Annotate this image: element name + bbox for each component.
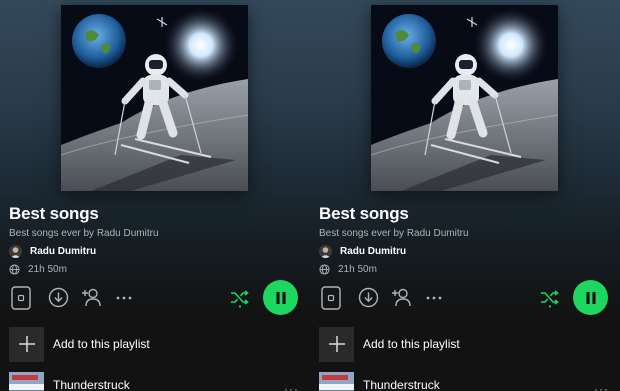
track-row[interactable]: Thunderstruck ··· [9, 372, 309, 391]
pause-icon [586, 291, 595, 304]
playlist-cover-art [371, 5, 558, 191]
smart-shuffle-icon [231, 290, 249, 308]
globe-icon [319, 263, 330, 275]
duration-text: 21h 50m [338, 263, 377, 275]
playlist-duration: 21h 50m [9, 262, 67, 276]
playlist-cover-art [61, 5, 248, 191]
download-button[interactable] [358, 287, 379, 308]
add-tile [9, 326, 44, 362]
astronaut-skiing-artwork [371, 5, 558, 191]
track-more-icon[interactable]: ··· [284, 383, 300, 391]
playlist-preview-button[interactable] [11, 286, 31, 310]
playlist-thumbnail-icon [11, 286, 31, 310]
more-options-icon [116, 296, 132, 300]
track-title: Thunderstruck [53, 378, 130, 391]
playlist-title: Best songs [9, 204, 99, 223]
playlist-duration: 21h 50m [319, 262, 377, 276]
playlist-description: Best songs ever by Radu Dumitru [319, 228, 469, 239]
playlist-thumbnail-icon [321, 286, 341, 310]
pause-button[interactable] [573, 280, 608, 315]
playlist-description: Best songs ever by Radu Dumitru [9, 228, 159, 239]
owner-name[interactable]: Radu Dumitru [30, 246, 96, 257]
add-collaborator-button[interactable] [82, 287, 103, 308]
download-icon [48, 287, 69, 308]
more-options-button[interactable] [425, 291, 443, 305]
add-user-icon [392, 288, 411, 307]
avatar [319, 244, 332, 258]
add-user-icon [82, 288, 101, 307]
more-options-icon [426, 296, 442, 300]
add-to-playlist-label: Add to this playlist [363, 337, 460, 351]
track-more-icon[interactable]: ··· [594, 383, 610, 391]
pause-button[interactable] [263, 280, 298, 315]
owner-name[interactable]: Radu Dumitru [340, 246, 406, 257]
track-title: Thunderstruck [363, 378, 440, 391]
smart-shuffle-icon [541, 290, 559, 308]
playlist-panel-right: Best songs Best songs ever by Radu Dumit… [310, 0, 620, 391]
add-to-playlist-label: Add to this playlist [53, 337, 150, 351]
playlist-owner[interactable]: Radu Dumitru [9, 243, 96, 259]
plus-icon [18, 336, 35, 352]
globe-icon [9, 263, 20, 275]
duration-text: 21h 50m [28, 263, 67, 275]
more-options-button[interactable] [115, 291, 133, 305]
astronaut-skiing-artwork [61, 5, 248, 191]
smart-shuffle-button[interactable] [230, 288, 250, 308]
playlist-title: Best songs [319, 204, 409, 223]
playlist-owner[interactable]: Radu Dumitru [319, 243, 406, 259]
smart-shuffle-button[interactable] [540, 288, 560, 308]
add-collaborator-button[interactable] [392, 287, 413, 308]
pause-icon [276, 291, 285, 304]
playlist-panel-left: Best songs Best songs ever by Radu Dumit… [0, 0, 310, 391]
avatar [9, 244, 22, 258]
download-icon [358, 287, 379, 308]
track-album-art [319, 372, 354, 391]
add-tile [319, 326, 354, 362]
plus-icon [328, 336, 345, 352]
playlist-preview-button[interactable] [321, 286, 341, 310]
track-row[interactable]: Thunderstruck ··· [319, 372, 619, 391]
add-to-playlist-row[interactable]: Add to this playlist [9, 326, 309, 362]
track-album-art [9, 372, 44, 391]
download-button[interactable] [48, 287, 69, 308]
add-to-playlist-row[interactable]: Add to this playlist [319, 326, 619, 362]
